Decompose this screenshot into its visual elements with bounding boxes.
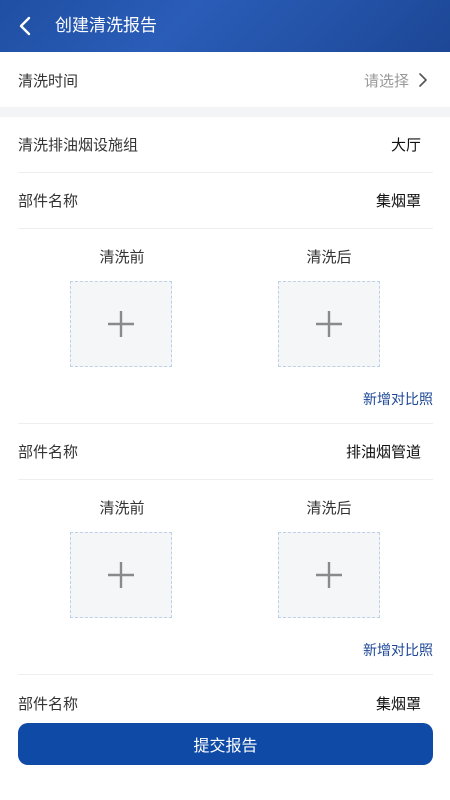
add-comparison-link[interactable]: 新增对比照 [363, 640, 433, 660]
after-photo-label: 清洗后 [306, 499, 352, 517]
chevron-left-icon [19, 16, 31, 36]
plus-icon [108, 562, 134, 588]
part-name-label: 部件名称 [18, 694, 79, 713]
part-name-value: 集烟罩 [375, 192, 421, 210]
clean-time-label: 清洗时间 [18, 71, 79, 90]
clean-time-placeholder: 请选择 [363, 71, 409, 90]
facility-group-label: 清洗排油烟设施组 [18, 136, 139, 154]
after-photo-label: 清洗后 [306, 248, 352, 266]
after-photo-upload[interactable] [278, 532, 380, 618]
section-divider [0, 107, 450, 117]
facility-group-value: 大厅 [390, 136, 421, 154]
facility-group-row[interactable]: 清洗排油烟设施组 大厅 [18, 117, 433, 173]
before-photo-upload[interactable] [70, 532, 172, 618]
after-photo-upload[interactable] [278, 281, 380, 367]
before-photo-upload[interactable] [70, 281, 172, 367]
part-name-row[interactable]: 部件名称 集烟罩 [18, 173, 433, 229]
part-name-value: 集烟罩 [375, 694, 421, 713]
plus-icon [316, 311, 342, 337]
plus-icon [108, 311, 134, 337]
back-button[interactable] [14, 14, 38, 38]
plus-icon [316, 562, 342, 588]
before-photo-label: 清洗前 [99, 499, 145, 517]
part-name-value: 排油烟管道 [345, 443, 421, 461]
part-name-label: 部件名称 [18, 443, 79, 461]
before-photo-label: 清洗前 [99, 248, 145, 266]
part-name-label: 部件名称 [18, 192, 79, 210]
part-name-row[interactable]: 部件名称 排油烟管道 [18, 424, 433, 480]
clean-time-picker[interactable]: 请选择 [364, 70, 433, 91]
page-title: 创建清洗报告 [55, 16, 157, 36]
app-header: 创建清洗报告 [0, 0, 450, 52]
add-comparison-link[interactable]: 新增对比照 [363, 389, 433, 409]
chevron-right-icon [419, 73, 427, 87]
submit-report-button[interactable]: 提交报告 [18, 723, 433, 765]
clean-time-row[interactable]: 清洗时间 请选择 [18, 52, 433, 108]
